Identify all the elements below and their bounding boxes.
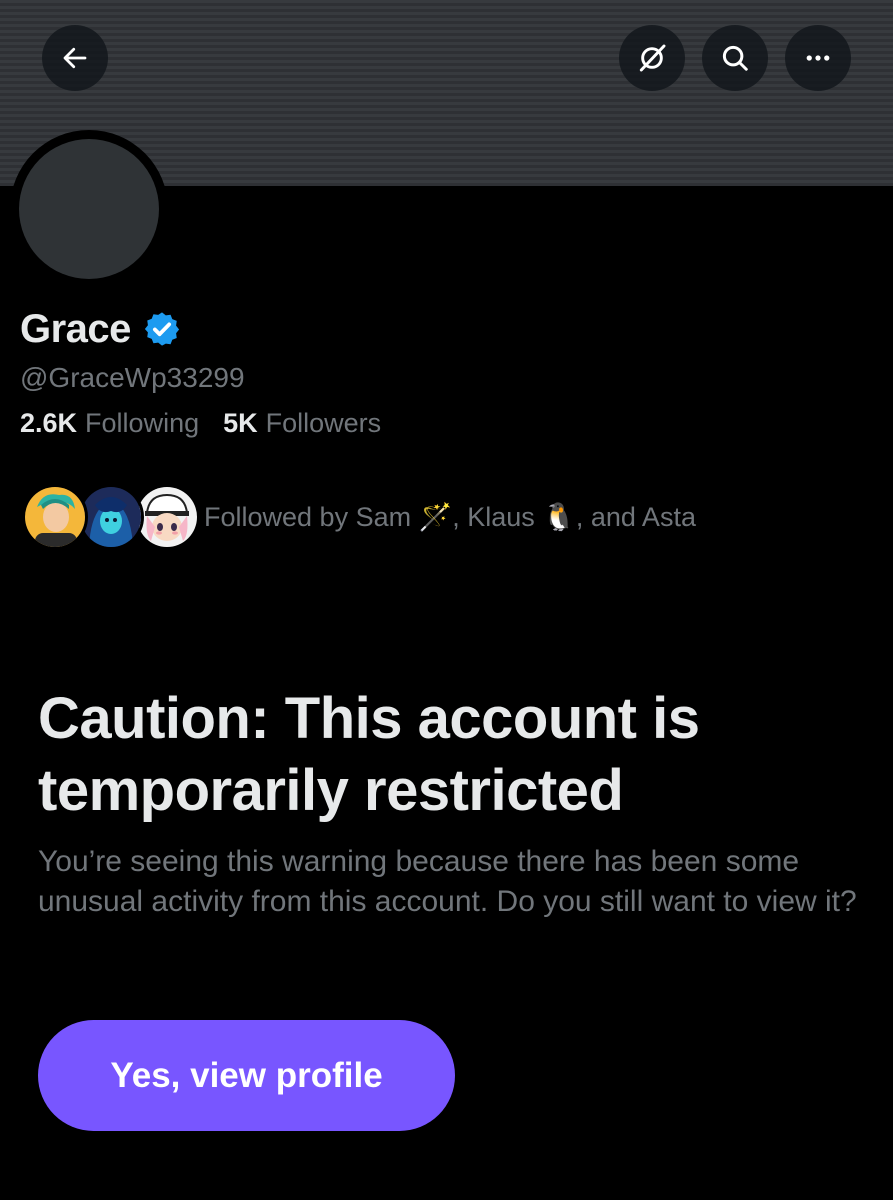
view-profile-button[interactable]: Yes, view profile bbox=[38, 1020, 455, 1131]
search-icon bbox=[722, 45, 748, 71]
display-name: Grace bbox=[20, 306, 131, 351]
grok-button[interactable] bbox=[619, 25, 685, 91]
name-row: Grace bbox=[20, 303, 181, 355]
search-button[interactable] bbox=[702, 25, 768, 91]
profile-page: Grace @GraceWp33299 2.6K Following 5K Fo… bbox=[0, 0, 893, 1200]
more-icon bbox=[806, 55, 830, 61]
user-handle: @GraceWp33299 bbox=[20, 362, 245, 393]
warning-body: You’re seeing this warning because there… bbox=[38, 845, 857, 918]
verified-badge-icon[interactable] bbox=[143, 310, 181, 348]
profile-avatar[interactable] bbox=[10, 130, 168, 288]
followed-by-text: Followed by Sam 🪄, Klaus 🐧, and Asta bbox=[204, 502, 696, 532]
grok-icon bbox=[639, 44, 666, 72]
followed-by-row[interactable]: Followed by Sam 🪄, Klaus 🐧, and Asta bbox=[22, 484, 696, 550]
following-link[interactable]: 2.6K Following bbox=[20, 408, 199, 439]
back-button[interactable] bbox=[42, 25, 108, 91]
avatar-placeholder bbox=[19, 139, 159, 279]
follower-avatar bbox=[22, 484, 88, 550]
followers-count: 5K bbox=[223, 408, 258, 438]
followed-by-avatars bbox=[22, 484, 200, 550]
more-options-button[interactable] bbox=[785, 25, 851, 91]
warning-title: Caution: This account is temporarily res… bbox=[38, 686, 700, 823]
following-count: 2.6K bbox=[20, 408, 78, 438]
following-label: Following bbox=[85, 408, 200, 438]
followers-label: Followers bbox=[265, 408, 382, 438]
follow-stats: 2.6K Following 5K Followers bbox=[20, 408, 381, 439]
followers-link[interactable]: 5K Followers bbox=[223, 408, 381, 439]
back-arrow-icon bbox=[63, 47, 87, 69]
